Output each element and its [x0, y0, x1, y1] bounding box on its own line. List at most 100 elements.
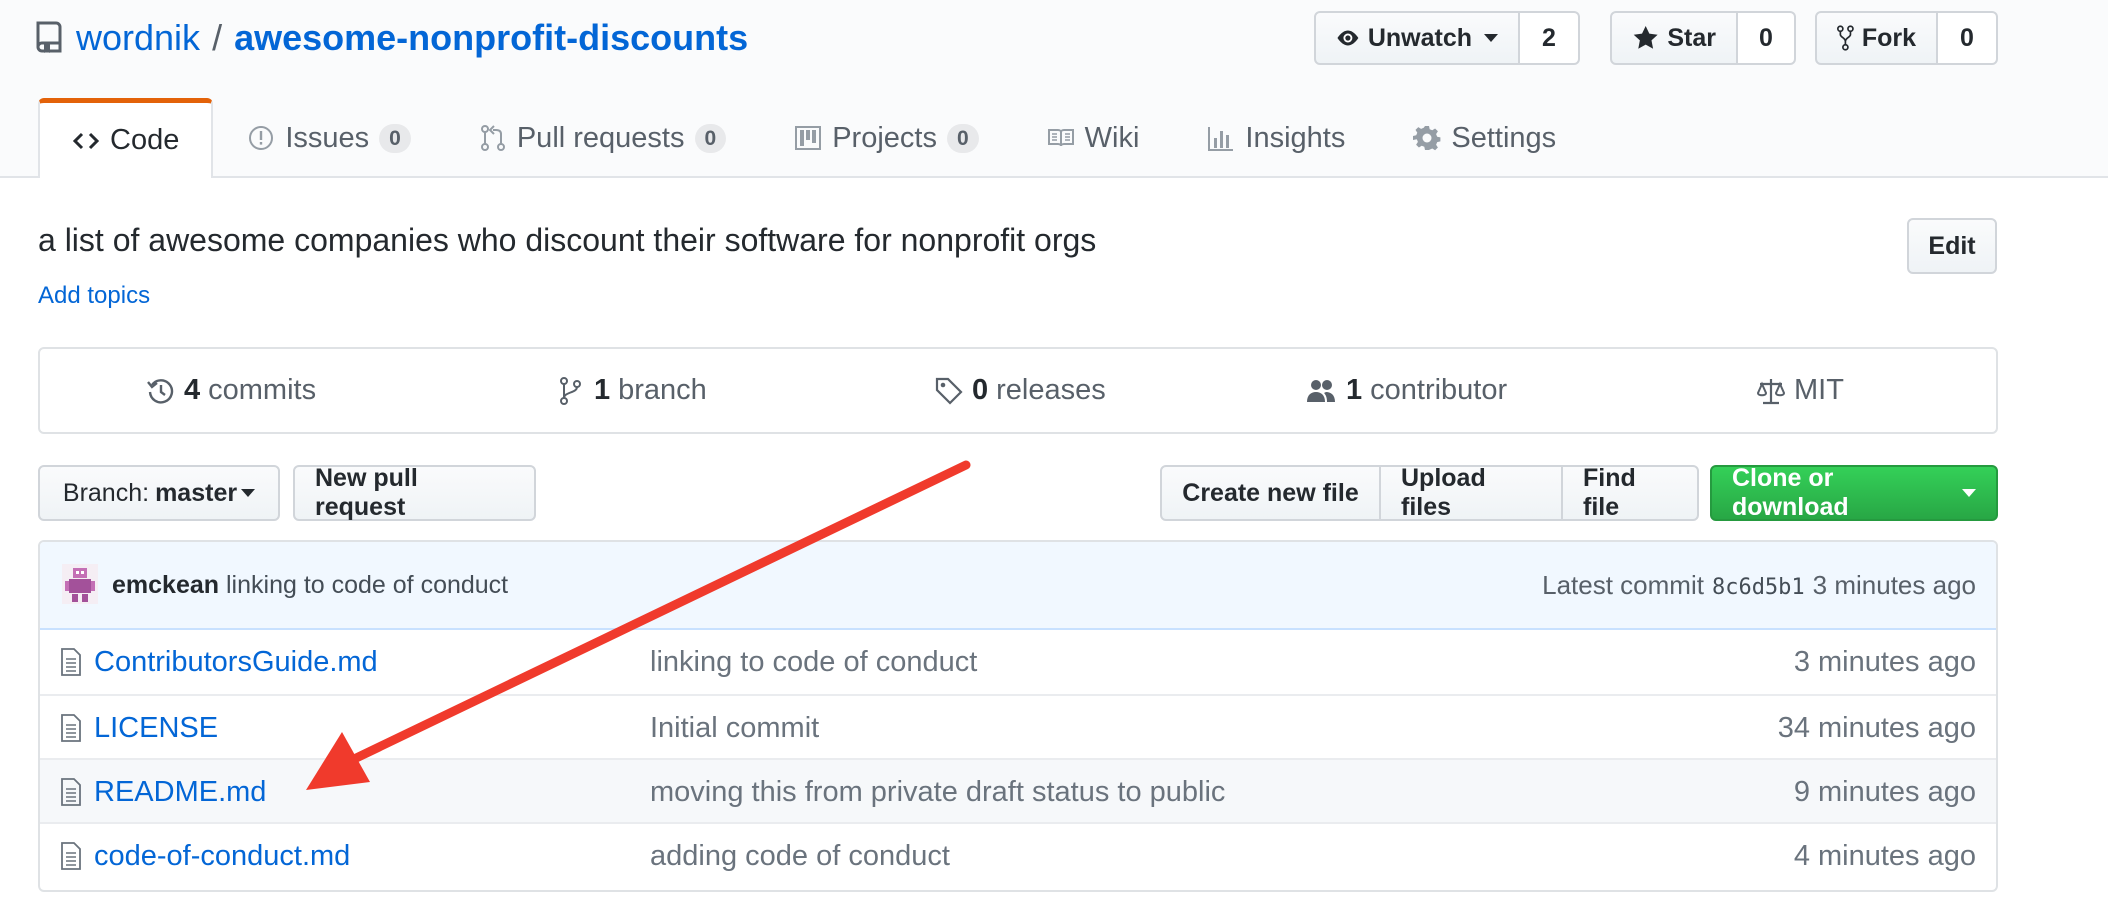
eye-icon [1337, 30, 1359, 46]
tag-icon [935, 377, 963, 405]
file-icon [61, 842, 81, 870]
tab-insights-label: Insights [1245, 121, 1346, 154]
repo-description: a list of awesome companies who discount… [38, 222, 1097, 258]
file-age: 3 minutes ago [1793, 645, 1976, 678]
latest-commit-bar: emckean linking to code of conduct Lates… [40, 542, 1996, 630]
file-row: ContributorsGuide.md linking to code of … [40, 630, 1996, 694]
file-name-link[interactable]: ContributorsGuide.md [94, 646, 378, 679]
contributors-label: contributor [1370, 374, 1508, 406]
branch-select-button[interactable]: Branch: master [38, 465, 280, 521]
add-topics-link[interactable]: Add topics [38, 282, 150, 310]
tab-settings[interactable]: Settings [1379, 98, 1590, 176]
tab-code[interactable]: Code [38, 98, 214, 178]
law-icon [1756, 378, 1786, 404]
fork-group: Fork 0 [1815, 11, 1998, 65]
issue-opened-icon [249, 126, 274, 150]
license-link[interactable]: MIT [1756, 349, 1844, 432]
tab-settings-label: Settings [1451, 121, 1557, 154]
file-name-link[interactable]: LICENSE [94, 712, 218, 745]
tab-code-label: Code [110, 124, 180, 156]
latest-commit-prefix: Latest commit [1542, 569, 1704, 600]
project-icon [795, 126, 822, 150]
file-name-link[interactable]: README.md [94, 776, 266, 809]
issues-counter: 0 [379, 123, 411, 153]
unwatch-label: Unwatch [1367, 23, 1472, 52]
tab-projects-label: Projects [832, 121, 937, 154]
contributors-link[interactable]: 1 contributor [1304, 349, 1507, 432]
license-label: MIT [1794, 374, 1844, 406]
releases-label: releases [996, 374, 1106, 406]
commit-sha-link[interactable]: 8c6d5b1 [1712, 575, 1805, 600]
file-name-link[interactable]: code-of-conduct.md [94, 840, 350, 873]
find-file-button[interactable]: Find file [1561, 464, 1699, 521]
file-icon [61, 648, 81, 676]
history-icon [147, 378, 174, 404]
forks-count[interactable]: 0 [1938, 11, 1998, 65]
new-pull-request-button[interactable]: New pull request [293, 464, 536, 521]
edit-description-button[interactable]: Edit [1907, 218, 1997, 274]
book-icon [1047, 129, 1074, 147]
fork-label: Fork [1861, 23, 1916, 52]
tab-pull-requests-label: Pull requests [516, 121, 685, 154]
file-row: LICENSE Initial commit 34 minutes ago [40, 694, 1996, 760]
commits-link[interactable]: 4 commits [146, 349, 316, 432]
repo-name-link[interactable]: awesome-nonprofit-discounts [234, 17, 748, 59]
people-icon [1307, 379, 1335, 402]
chevron-down-icon [241, 489, 256, 497]
repo-nav: Code Issues 0 Pull requests 0 Projects 0… [38, 98, 1590, 178]
watchers-count[interactable]: 2 [1520, 11, 1580, 65]
repo-owner-link[interactable]: wordnik [76, 17, 200, 59]
tab-pull-requests[interactable]: Pull requests 0 [445, 98, 760, 176]
repo-path-separator: / [212, 17, 223, 58]
chevron-down-icon [1962, 489, 1976, 497]
commit-author-link[interactable]: emckean [112, 571, 219, 600]
commits-count: 4 [184, 374, 201, 406]
clone-or-download-button[interactable]: Clone or download [1710, 464, 1998, 521]
file-icon [61, 714, 81, 742]
tab-wiki[interactable]: Wiki [1013, 98, 1174, 176]
file-age: 9 minutes ago [1793, 775, 1976, 808]
file-commit-message-link[interactable]: moving this from private draft status to… [650, 776, 1225, 809]
tab-issues[interactable]: Issues 0 [213, 98, 445, 176]
unwatch-button[interactable]: Unwatch [1314, 11, 1520, 65]
upload-files-button[interactable]: Upload files [1379, 464, 1563, 521]
branches-label: branch [618, 374, 707, 406]
branch-prefix: Branch: [62, 478, 150, 507]
chevron-down-icon [1484, 34, 1498, 42]
tab-wiki-label: Wiki [1084, 121, 1140, 154]
create-new-file-button[interactable]: Create new file [1160, 465, 1381, 521]
commits-label: commits [208, 374, 317, 406]
pulls-counter: 0 [694, 123, 727, 153]
branch-name: master [155, 478, 238, 507]
projects-counter: 0 [946, 123, 979, 153]
fork-button[interactable]: Fork [1815, 11, 1938, 65]
file-row: code-of-conduct.md adding code of conduc… [40, 822, 1996, 888]
tab-issues-label: Issues [285, 121, 370, 154]
stargazers-count[interactable]: 0 [1738, 11, 1796, 65]
fork-icon [1837, 25, 1854, 51]
gear-icon [1413, 126, 1441, 151]
branch-icon [560, 376, 581, 405]
file-row: README.md moving this from private draft… [40, 758, 1996, 824]
branches-count: 1 [594, 374, 611, 406]
file-commit-message-link[interactable]: Initial commit [650, 712, 819, 745]
file-commit-message-link[interactable]: linking to code of conduct [650, 646, 977, 679]
author-avatar[interactable] [62, 564, 98, 604]
tab-projects[interactable]: Projects 0 [760, 98, 1012, 176]
branches-link[interactable]: 1 branch [556, 349, 707, 432]
file-commit-message-link[interactable]: adding code of conduct [650, 840, 950, 873]
commit-message-link[interactable]: linking to code of conduct [226, 571, 508, 600]
star-group: Star 0 [1610, 11, 1796, 65]
file-icon [61, 778, 81, 806]
star-button[interactable]: Star [1610, 11, 1738, 65]
clone-label: Clone or download [1732, 464, 1849, 521]
tab-insights[interactable]: Insights [1173, 98, 1379, 176]
file-listing: emckean linking to code of conduct Lates… [38, 540, 1998, 892]
file-age: 34 minutes ago [1777, 711, 1976, 744]
releases-link[interactable]: 0 releases [934, 349, 1106, 432]
numbers-summary: 4 commits 1 branch 0 releases 1 contribu… [38, 347, 1998, 434]
star-label: Star [1667, 23, 1716, 52]
repo-book-icon [36, 21, 62, 53]
watch-group: Unwatch 2 [1314, 11, 1580, 65]
commit-meta: Latest commit 8c6d5b1 3 minutes ago [1542, 570, 1976, 601]
